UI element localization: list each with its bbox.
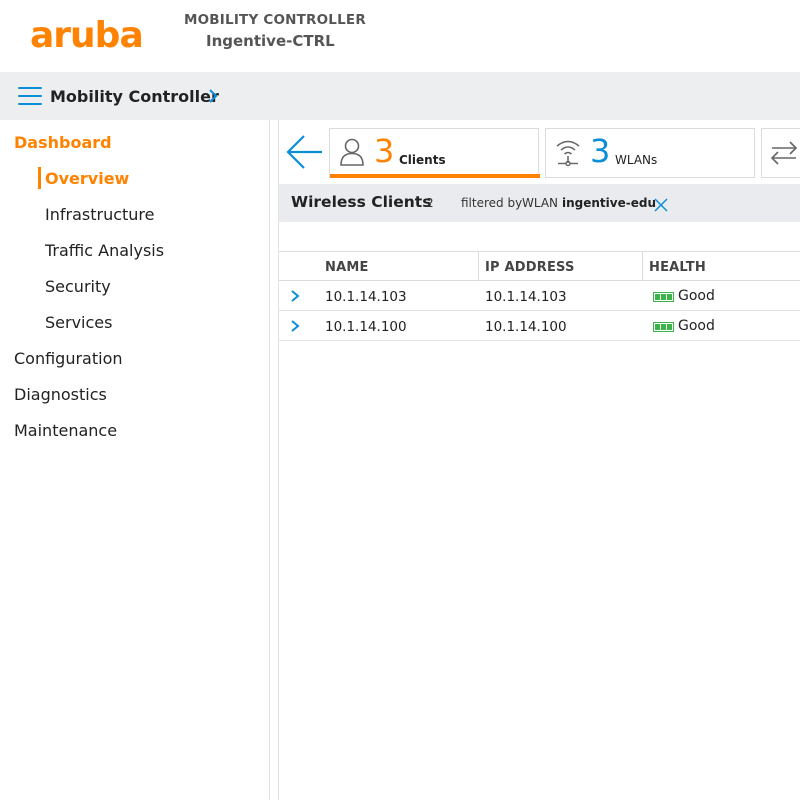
column-header-ip-address[interactable]: IP ADDRESS (485, 260, 575, 275)
wlans-count: 3 (590, 132, 611, 170)
swap-arrows-icon (770, 141, 798, 165)
sidebar-item-overview[interactable]: Overview (45, 169, 129, 188)
sidebar-item-security[interactable]: Security (45, 277, 111, 296)
column-divider[interactable] (642, 252, 643, 281)
client-name: 10.1.14.100 (325, 319, 407, 335)
clients-count: 3 (374, 132, 395, 170)
sidebar-item-maintenance[interactable]: Maintenance (14, 421, 117, 440)
clients-label: Clients (399, 153, 446, 167)
sidebar-item-services[interactable]: Services (45, 313, 112, 332)
breadcrumb-title[interactable]: Mobility Controller (50, 87, 219, 106)
column-header-health[interactable]: HEALTH (649, 260, 706, 275)
client-ip: 10.1.14.100 (485, 319, 567, 335)
controller-name: Ingentive-CTRL (206, 32, 335, 50)
wifi-network-icon (556, 140, 580, 167)
column-header-name[interactable]: NAME (325, 260, 369, 275)
more-tiles-button[interactable] (761, 128, 800, 178)
table-header: NAME IP ADDRESS HEALTH (279, 251, 800, 281)
client-health: Good (678, 318, 715, 334)
clients-table: NAME IP ADDRESS HEALTH 10.1.14.103 10.1.… (279, 251, 800, 341)
active-indicator (38, 167, 41, 189)
section-title: Wireless Clients (291, 193, 432, 211)
wlans-label: WLANs (615, 153, 658, 167)
user-icon (340, 138, 364, 166)
sidebar-item-configuration[interactable]: Configuration (14, 349, 123, 368)
top-header: aruba MOBILITY CONTROLLER Ingentive-CTRL (0, 0, 800, 72)
client-health: Good (678, 288, 715, 304)
sidebar-item-diagnostics[interactable]: Diagnostics (14, 385, 107, 404)
main-panel: 3 Clients 3 WLANs Wireless Clients 2 fil… (278, 120, 800, 800)
sidebar-nav: Dashboard Overview Infrastructure Traffi… (0, 120, 270, 800)
table-row[interactable]: 10.1.14.103 10.1.14.103 Good (279, 281, 800, 311)
health-good-icon (653, 292, 674, 302)
client-ip: 10.1.14.103 (485, 289, 567, 305)
sidebar-item-traffic-analysis[interactable]: Traffic Analysis (45, 241, 164, 260)
filter-bar: Wireless Clients 2 filtered by WLAN inge… (279, 184, 800, 222)
chevron-right-icon[interactable] (206, 89, 220, 103)
filter-value: ingentive-edu (562, 196, 656, 210)
column-divider[interactable] (478, 252, 479, 281)
wlans-tile[interactable]: 3 WLANs (545, 128, 755, 178)
health-good-icon (653, 322, 674, 332)
hamburger-menu-icon[interactable] (18, 85, 42, 107)
clear-filter-close-icon[interactable] (654, 198, 668, 212)
back-arrow-icon[interactable] (285, 134, 325, 170)
client-name: 10.1.14.103 (325, 289, 407, 305)
table-row[interactable]: 10.1.14.100 10.1.14.100 Good (279, 311, 800, 341)
sidebar-item-dashboard[interactable]: Dashboard (14, 133, 112, 152)
sidebar-item-infrastructure[interactable]: Infrastructure (45, 205, 154, 224)
expand-chevron-icon[interactable] (289, 319, 301, 333)
aruba-logo[interactable]: aruba (30, 16, 144, 56)
client-count: 2 (426, 196, 434, 210)
expand-chevron-icon[interactable] (289, 289, 301, 303)
tile-selected-indicator (330, 174, 540, 178)
clients-tile[interactable]: 3 Clients (329, 128, 540, 178)
filter-prefix: filtered by (461, 196, 523, 210)
breadcrumb: Mobility Controller (0, 72, 800, 120)
controller-kind: MOBILITY CONTROLLER (184, 12, 366, 28)
filter-key: WLAN (522, 196, 559, 210)
